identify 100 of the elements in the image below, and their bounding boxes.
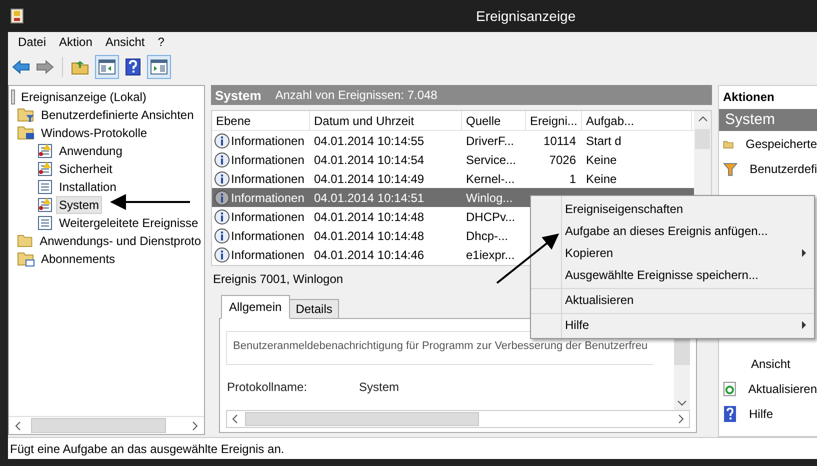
- table-cell-text: 04.01.2014 10:14:48: [313, 210, 426, 224]
- table-cell-text: 10114: [542, 134, 577, 148]
- table-cell: Informationen: [231, 228, 304, 242]
- event-title: Ereignis 7001, Winlogon: [213, 272, 344, 288]
- panel-icon[interactable]: [147, 55, 171, 79]
- refresh-icon: [723, 380, 736, 396]
- tree-item[interactable]: Anwendung: [56, 142, 126, 160]
- section-header: System: [719, 109, 817, 131]
- submenu-arrow-icon: [802, 249, 806, 257]
- table-cell: Informationen: [231, 210, 304, 224]
- table-cell-text: DriverF...: [465, 134, 515, 148]
- log-icon: [37, 179, 53, 195]
- folder-icon: [17, 125, 35, 141]
- tab[interactable]: Details: [288, 299, 340, 319]
- table-cell-text: 04.01.2014 10:14:54: [313, 152, 426, 166]
- panel-icon[interactable]: [95, 55, 119, 79]
- table-cell: Informationen: [231, 134, 304, 148]
- table-cell: Informationen: [231, 152, 304, 166]
- log-name: System: [215, 88, 262, 102]
- info-icon: [214, 152, 230, 168]
- tree-item[interactable]: Installation: [56, 178, 120, 196]
- log-warning-icon: [37, 161, 53, 177]
- scroll-thumb[interactable]: [695, 129, 710, 149]
- field-label: Protokollname:: [227, 380, 308, 394]
- scroll-up-icon[interactable]: [698, 115, 708, 123]
- column-header[interactable]: Ereigni...: [526, 111, 582, 130]
- action-item[interactable]: Ansicht: [751, 356, 790, 370]
- help-icon: [723, 404, 737, 422]
- column-header[interactable]: Ebene: [212, 111, 310, 130]
- event-count: Anzahl von Ereignissen: 7.048: [275, 88, 438, 102]
- scroll-right-icon[interactable]: [191, 420, 199, 430]
- action-item[interactable]: Gespeicherte: [746, 136, 817, 150]
- info-icon: [214, 132, 230, 148]
- action-item[interactable]: Benutzerdefi: [750, 162, 817, 176]
- tree-item[interactable]: Anwendungs- und Dienstproto: [36, 232, 204, 250]
- scroll-right-icon[interactable]: [677, 414, 685, 424]
- action-item[interactable]: Aktualisieren: [748, 382, 817, 396]
- window-title: Ereignisanzeige: [476, 8, 576, 24]
- info-icon: [214, 190, 230, 206]
- action-item[interactable]: Hilfe: [749, 406, 774, 420]
- tree-item[interactable]: Sicherheit: [56, 160, 116, 178]
- forward-icon[interactable]: [36, 60, 54, 74]
- help-icon[interactable]: [125, 58, 141, 76]
- table-cell-text: Start d: [585, 134, 622, 148]
- table-cell-text: 7026: [548, 152, 577, 166]
- menu-item[interactable]: ?: [158, 35, 164, 49]
- folder-icon: [17, 251, 35, 267]
- scroll-left-icon[interactable]: [14, 420, 22, 430]
- menu-item[interactable]: Ausgewählte Ereignisse speichern...: [531, 264, 814, 286]
- table-cell-text: Kernel-...: [465, 172, 516, 186]
- table-cell-text: Dhcp-...: [465, 228, 510, 242]
- folder-up-icon[interactable]: [71, 59, 89, 75]
- menu-item[interactable]: Aktion: [59, 35, 92, 49]
- column-header[interactable]: Aufgab...: [582, 111, 692, 130]
- log-icon: [11, 89, 15, 105]
- table-row[interactable]: Informationen 04.01.2014 10:14:49 Kernel-... 1 Keine: [212, 169, 694, 188]
- column-header[interactable]: Datum und Uhrzeit: [310, 111, 462, 130]
- info-icon: [214, 208, 230, 224]
- menu-item[interactable]: Datei: [18, 35, 46, 49]
- scroll-down-icon[interactable]: [677, 399, 687, 407]
- menu-item[interactable]: Ansicht: [105, 35, 145, 49]
- table-row[interactable]: Informationen 04.01.2014 10:14:55 DriverF... 10114 Start d: [212, 131, 694, 150]
- table-cell-text: 04.01.2014 10:14:51: [313, 190, 426, 204]
- menu-item[interactable]: Aufgabe an dieses Ereignis anfügen...: [531, 220, 814, 242]
- menu-item[interactable]: Kopieren: [531, 242, 814, 264]
- table-cell-text: Winlog...: [465, 190, 514, 204]
- menu-item[interactable]: Aktualisieren: [531, 288, 814, 311]
- tree-item[interactable]: Windows-Protokolle: [38, 124, 150, 142]
- tab[interactable]: Allgemein: [221, 295, 290, 319]
- tree-item[interactable]: Weitergeleitete Ereignisse: [56, 214, 202, 232]
- tree-item[interactable]: Abonnements: [38, 250, 118, 268]
- table-cell-text: Keine: [585, 152, 618, 166]
- status-text: Fügt eine Aufgabe an das ausgewählte Ereignis an.: [10, 442, 284, 456]
- table-cell: Informationen: [231, 190, 304, 204]
- table-cell-text: 1: [568, 172, 577, 186]
- table-cell-text: DHCPv...: [465, 210, 516, 224]
- table-cell-text: e1iexpr...: [465, 248, 516, 262]
- info-icon: [214, 228, 230, 244]
- table-cell-text: Keine: [585, 172, 618, 186]
- table-cell-text: 04.01.2014 10:14:49: [313, 172, 426, 186]
- log-warning-icon: [37, 143, 53, 159]
- log-icon: [10, 8, 24, 24]
- tree-item[interactable]: Ereignisanzeige (Lokal): [18, 88, 150, 106]
- info-icon: [214, 246, 230, 262]
- menu-item[interactable]: Hilfe: [531, 313, 814, 336]
- scroll-left-icon[interactable]: [231, 414, 239, 424]
- table-cell-text: 04.01.2014 10:14:46: [313, 248, 426, 262]
- table-cell-text: Service...: [465, 152, 518, 166]
- actions-title: Aktionen: [722, 89, 776, 106]
- back-icon[interactable]: [12, 60, 30, 74]
- horizontal-scrollbar[interactable]: [226, 410, 690, 428]
- submenu-arrow-icon: [802, 321, 806, 329]
- log-icon: [37, 215, 53, 231]
- column-header[interactable]: Quelle: [462, 111, 526, 130]
- tree-item[interactable]: System: [56, 196, 102, 214]
- horizontal-scrollbar[interactable]: [9, 416, 204, 434]
- tree-item[interactable]: Benutzerdefinierte Ansichten: [38, 106, 197, 124]
- table-row[interactable]: Informationen 04.01.2014 10:14:54 Service... 7026 Keine: [212, 150, 694, 169]
- info-icon: [214, 170, 230, 186]
- table-cell-text: 04.01.2014 10:14:48: [313, 228, 426, 242]
